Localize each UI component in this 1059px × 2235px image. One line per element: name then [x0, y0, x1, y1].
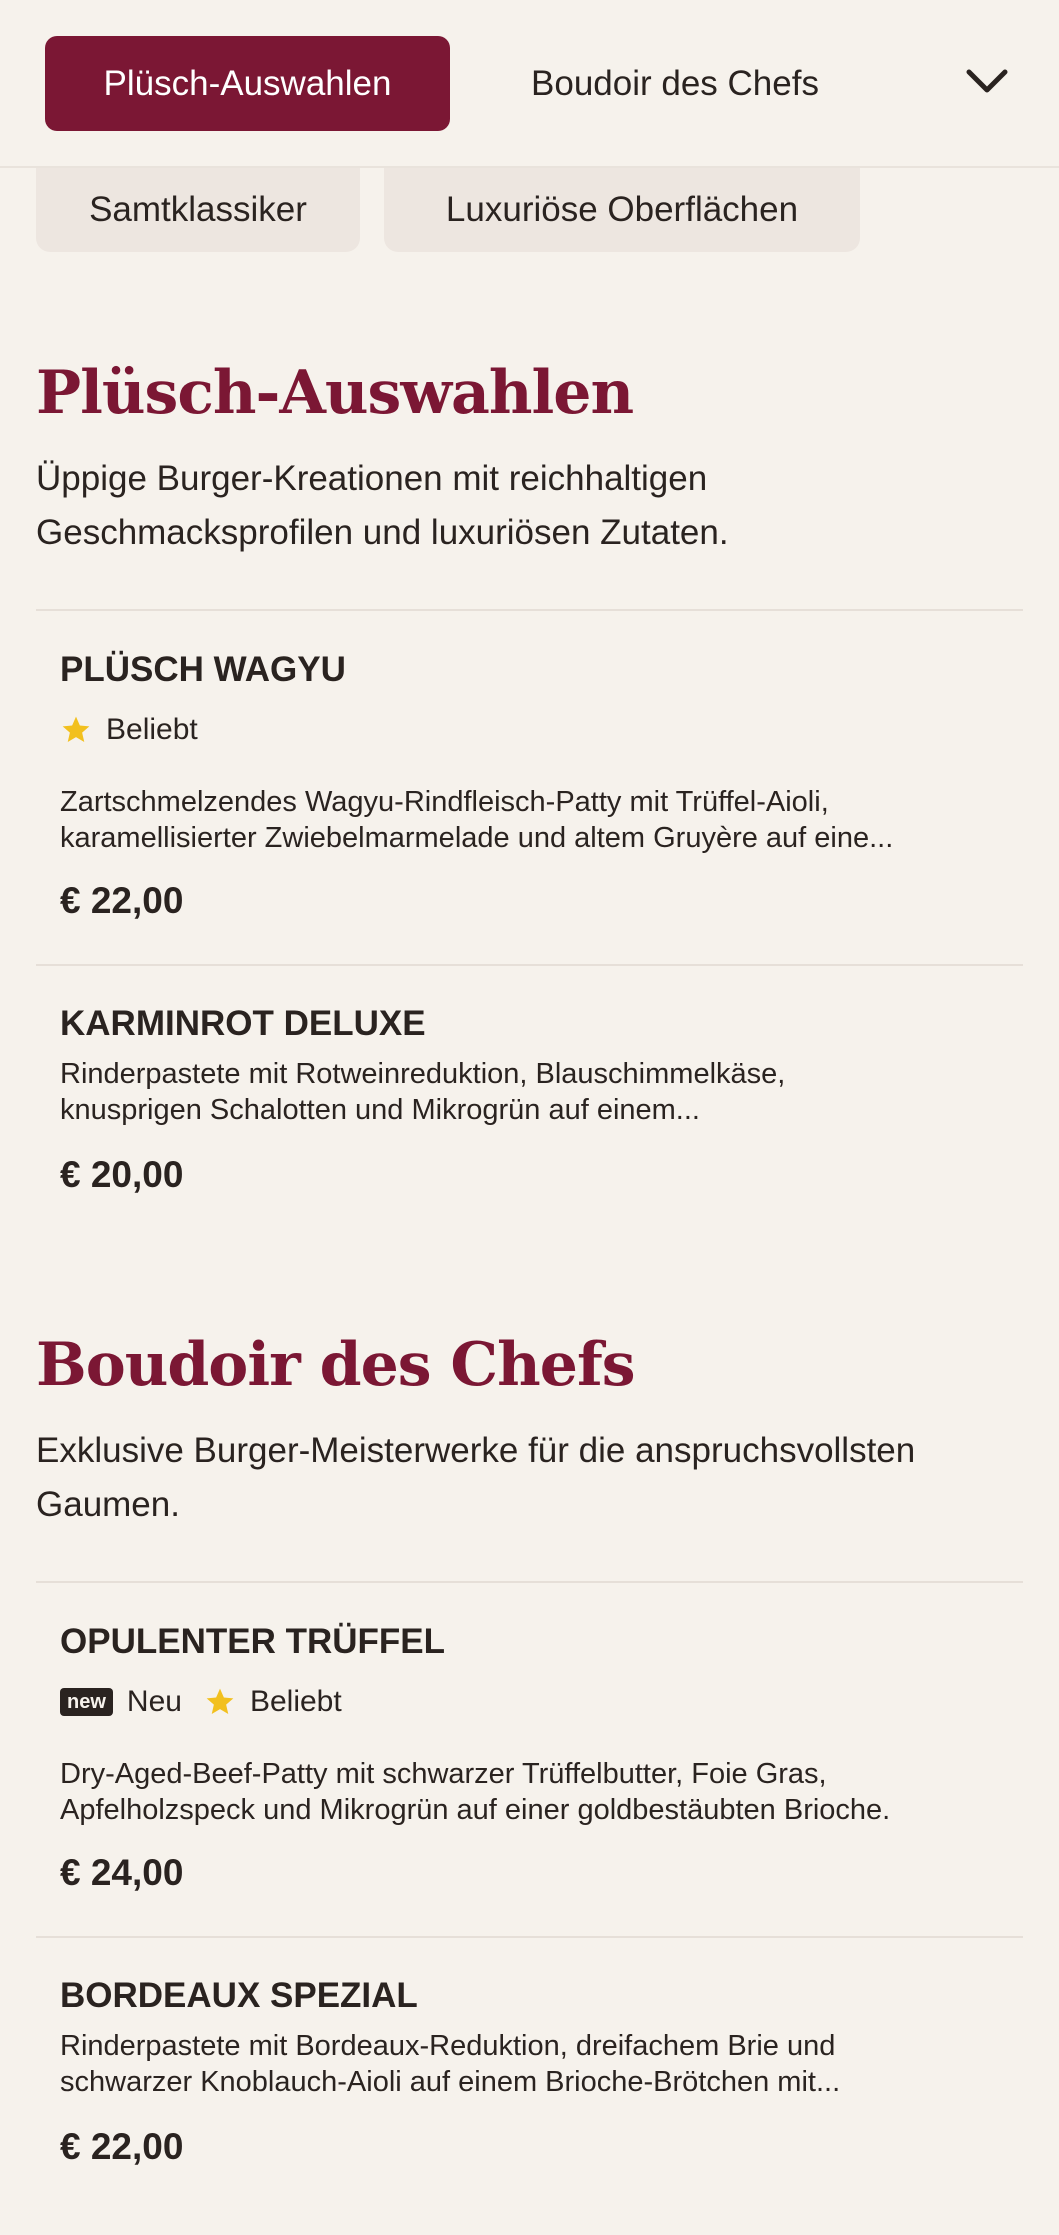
item-description: Rinderpastete mit Rotweinreduktion, Blau… [60, 1056, 1020, 1128]
item-badges: Beliebt [60, 710, 220, 750]
item-price: € 20,00 [60, 1154, 184, 1195]
section-description-line: Exklusive Burger-Meisterwerke für die an… [36, 1431, 916, 1470]
item-badges: new Neu Beliebt [60, 1682, 364, 1722]
item-description-line: knusprigen Schalotten und Mikrogrün auf … [60, 1094, 700, 1126]
divider [36, 964, 1023, 966]
section-description-line: Üppige Burger-Kreationen mit reichhaltig… [36, 459, 708, 498]
item-description-line: schwarzer Knoblauch-Aioli auf einem Brio… [60, 2066, 841, 2098]
item-name: BORDEAUX SPEZIAL [60, 1976, 418, 2015]
item-description-line: karamellisierter Zwiebelmarmelade und al… [60, 822, 894, 854]
subcategory-chips: Samtklassiker Luxuriöse Oberflächen [0, 168, 1059, 252]
section-title: Boudoir des Chefs [36, 1330, 636, 1400]
chip-samtklassiker[interactable]: Samtklassiker [36, 168, 360, 252]
tab-boudoir-des-chefs[interactable]: Boudoir des Chefs [490, 36, 860, 131]
divider [36, 1936, 1023, 1938]
item-description-line: Dry-Aged-Beef-Patty mit schwarzer Trüffe… [60, 1758, 827, 1790]
item-description-line: Rinderpastete mit Bordeaux-Reduktion, dr… [60, 2030, 836, 2062]
category-nav-bar: Plüsch-Auswahlen Boudoir des Chefs [0, 0, 1059, 168]
chip-luxurioese-oberflaechen[interactable]: Luxuriöse Oberflächen [384, 168, 860, 252]
chevron-down-icon[interactable] [955, 50, 1019, 114]
tab-plusch-auswahlen[interactable]: Plüsch-Auswahlen [45, 36, 450, 131]
new-tag: new [60, 1688, 113, 1716]
divider [36, 1581, 1023, 1583]
badge-beliebt: Beliebt [106, 713, 198, 746]
section-title: Plüsch-Auswahlen [36, 358, 634, 428]
item-name: PLÜSCH WAGYU [60, 650, 346, 689]
item-description-line: Apfelholzspeck und Mikrogrün auf einer g… [60, 1794, 891, 1826]
item-description-line: Rinderpastete mit Rotweinreduktion, Blau… [60, 1058, 786, 1090]
item-description: Dry-Aged-Beef-Patty mit schwarzer Trüffe… [60, 1756, 1020, 1828]
item-price: € 24,00 [60, 1852, 184, 1893]
badge-neu: Neu [126, 1685, 182, 1718]
section-description: Üppige Burger-Kreationen mit reichhaltig… [36, 452, 1026, 560]
item-price: € 22,00 [60, 2126, 184, 2167]
badge-beliebt: Beliebt [249, 1685, 342, 1718]
star-icon [62, 716, 90, 742]
item-name: KARMINROT DELUXE [60, 1004, 426, 1043]
item-description: Zartschmelzendes Wagyu-Rindfleisch-Patty… [60, 784, 1020, 856]
section-description-line: Geschmacksprofilen und luxuriösen Zutate… [36, 513, 729, 552]
section-description: Exklusive Burger-Meisterwerke für die an… [36, 1424, 1026, 1532]
section-description-line: Gaumen. [36, 1485, 180, 1524]
star-icon [206, 1688, 234, 1714]
divider [36, 609, 1023, 611]
item-price: € 22,00 [60, 880, 184, 921]
item-name: OPULENTER TRÜFFEL [60, 1622, 445, 1661]
item-description: Rinderpastete mit Bordeaux-Reduktion, dr… [60, 2028, 1020, 2100]
item-description-line: Zartschmelzendes Wagyu-Rindfleisch-Patty… [60, 786, 829, 818]
